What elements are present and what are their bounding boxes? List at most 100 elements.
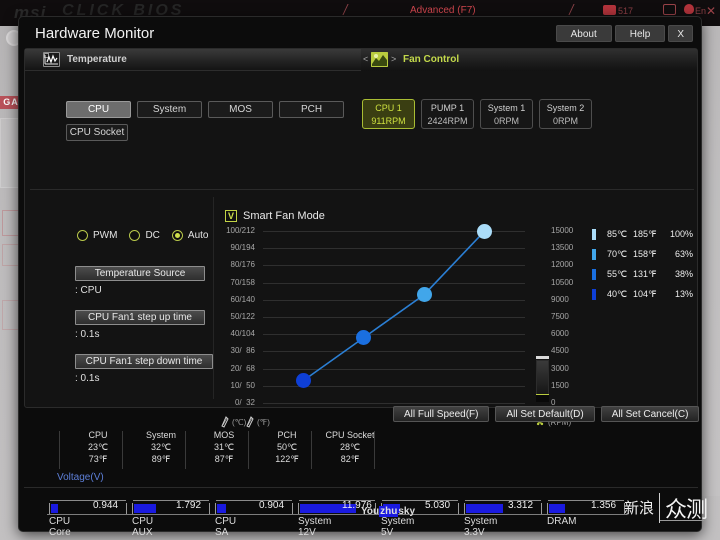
watermark-underline <box>660 520 704 521</box>
language-icon[interactable] <box>684 4 694 14</box>
celsius-axis-label: (℃) <box>232 418 247 427</box>
voltage-label: System 5V <box>381 516 415 538</box>
chart-ytick-right: 15000 <box>551 226 574 235</box>
temperature-cell-celsius: 23℃ <box>87 442 109 452</box>
chart-ytick-right: 4500 <box>551 346 569 356</box>
chart-ytick-right: 10500 <box>551 277 574 287</box>
smart-fan-checkbox[interactable]: V <box>225 210 237 222</box>
fan-tab-system1[interactable]: System 1 0RPM <box>480 99 533 129</box>
voltage-baseline <box>47 514 627 515</box>
step-down-time-button[interactable]: CPU Fan1 step down time <box>75 354 213 369</box>
voltage-fill <box>217 504 226 513</box>
temperature-cell-name: CPU <box>88 430 108 440</box>
fan-tab-pump1[interactable]: PUMP 1 2424RPM <box>421 99 474 129</box>
fan-control-header-label: Fan Control <box>403 54 460 65</box>
watermark-pre: You <box>361 506 380 517</box>
fan-tab-cpu1-name: CPU 1 <box>375 103 402 113</box>
fan-tab-cpu1[interactable]: CPU 1 911RPM <box>362 99 415 129</box>
all-set-default-button[interactable]: All Set Default(D) <box>495 406 595 422</box>
legend-fahrenheit: 185℉ <box>633 228 657 239</box>
language-label: En <box>695 6 707 16</box>
voltage-section-title: Voltage(V) <box>57 472 104 483</box>
voltage-fill <box>549 504 565 513</box>
close-button[interactable]: X <box>668 25 693 42</box>
temperature-cell-fahrenheit: 89℉ <box>151 454 171 464</box>
chart-ytick-left: 20/ 68 <box>230 363 255 373</box>
tab-mos[interactable]: MOS <box>208 101 273 118</box>
temperature-cell-celsius: 50℃ <box>276 442 298 452</box>
temperature-cell-name: CPU Socket <box>325 430 375 440</box>
chevron-down-icon[interactable]: ✕ <box>706 4 716 18</box>
fan-selector-tabs: CPU 1 911RPM PUMP 1 2424RPM System 1 0RP… <box>362 99 592 129</box>
voltage-label: DRAM <box>547 516 577 527</box>
legend-percent: 100% <box>669 229 693 239</box>
voltage-label: CPU Core <box>49 516 71 538</box>
fan-tab-system2-rpm: 0RPM <box>552 116 578 126</box>
radio-pwm-label: PWM <box>93 230 118 241</box>
chart-ytick-right: 13500 <box>551 243 574 253</box>
fan-tab-system2[interactable]: System 2 0RPM <box>539 99 592 129</box>
bios-panel-upper <box>0 118 20 188</box>
legend-swatch <box>592 268 596 280</box>
voltage-fill <box>134 504 156 513</box>
current-rpm-gauge-marker <box>536 356 549 359</box>
legend-row: 70℃ 158℉ 63% <box>592 248 693 260</box>
chart-gridline <box>263 403 525 404</box>
legend-celsius: 40℃ <box>607 288 628 299</box>
legend-row: 55℃ 131℉ 38% <box>592 268 693 280</box>
step-up-time-value: : 0.1s <box>75 329 100 340</box>
temperature-source-tabs: CPU System MOS PCH <box>66 101 344 118</box>
tab-system[interactable]: System <box>137 101 202 118</box>
chart-ytick-left: 60/140 <box>230 294 255 304</box>
radio-auto-label: Auto <box>187 230 209 241</box>
tab-pch[interactable]: PCH <box>279 101 344 118</box>
chart-ytick-left: 40/104 <box>230 329 255 339</box>
legend-percent: 38% <box>674 269 693 279</box>
temperature-separator <box>248 431 249 469</box>
legend-row: 85℃ 185℉ 100% <box>592 228 693 240</box>
chart-ytick-left: 30/ 86 <box>230 346 255 356</box>
legend-fahrenheit: 104℉ <box>633 288 657 299</box>
temperature-source-button[interactable]: Temperature Source <box>75 266 205 281</box>
temperature-separator <box>185 431 186 469</box>
legend-fahrenheit: 158℉ <box>633 248 657 259</box>
legend-celsius: 55℃ <box>607 268 628 279</box>
watermark-post: sky <box>398 506 416 517</box>
monitor-inner-panel: Temperature < > Fan Control CPU System M… <box>24 48 698 428</box>
legend-percent: 13% <box>674 289 693 299</box>
sina-watermark-logo: 新浪 众测 <box>624 487 712 529</box>
boot-priority-icon[interactable] <box>603 5 616 15</box>
all-set-cancel-button[interactable]: All Set Cancel(C) <box>600 406 700 422</box>
temperature-cell: System 32℃ 89℉ <box>129 429 193 465</box>
boot-priority-label: 517 <box>618 6 634 16</box>
legend-celsius: 85℃ <box>607 228 628 239</box>
step-down-time-value: : 0.1s <box>75 373 100 384</box>
fan-curve-point-4[interactable] <box>477 223 493 239</box>
step-up-time-button[interactable]: CPU Fan1 step up time <box>75 310 205 325</box>
about-button[interactable]: About <box>555 25 612 42</box>
tab-cpu[interactable]: CPU <box>66 101 131 118</box>
fan-curve-chart[interactable]: 0/ 32 10/ 50 20/ 68 30/ 86 40/104 50/122 60/14… <box>226 223 573 407</box>
fahrenheit-axis-label: (℉) <box>257 418 270 427</box>
fan-tab-cpu1-rpm: 911RPM <box>371 116 406 126</box>
chart-ytick-left: 100/212 <box>226 226 255 235</box>
temperature-cell-celsius: 31℃ <box>213 442 235 452</box>
fan-mode-radio-group: PWM DC Auto <box>77 230 215 241</box>
tab-cpu-socket[interactable]: CPU Socket <box>66 124 128 141</box>
fan-curve-point-1[interactable] <box>295 373 311 389</box>
radio-dc[interactable] <box>129 230 141 241</box>
all-full-speed-button[interactable]: All Full Speed(F) <box>393 406 490 422</box>
voltage-label: CPU AUX <box>132 516 154 538</box>
radio-auto[interactable] <box>171 230 183 241</box>
help-button[interactable]: Help <box>614 25 666 42</box>
smart-fan-mode-row[interactable]: V Smart Fan Mode <box>225 210 325 222</box>
radio-pwm[interactable] <box>77 230 88 241</box>
next-arrow-icon[interactable]: > <box>391 54 396 64</box>
screenshot-icon[interactable] <box>663 4 676 15</box>
prev-arrow-icon[interactable]: < <box>363 54 368 64</box>
voltage-label: System 3.3V <box>464 516 498 538</box>
temperature-separator <box>122 431 123 469</box>
chart-ytick-right: 12000 <box>551 260 574 270</box>
fan-curve-point-3[interactable] <box>416 287 432 303</box>
advanced-mode-label[interactable]: Advanced (F7) <box>410 5 476 16</box>
